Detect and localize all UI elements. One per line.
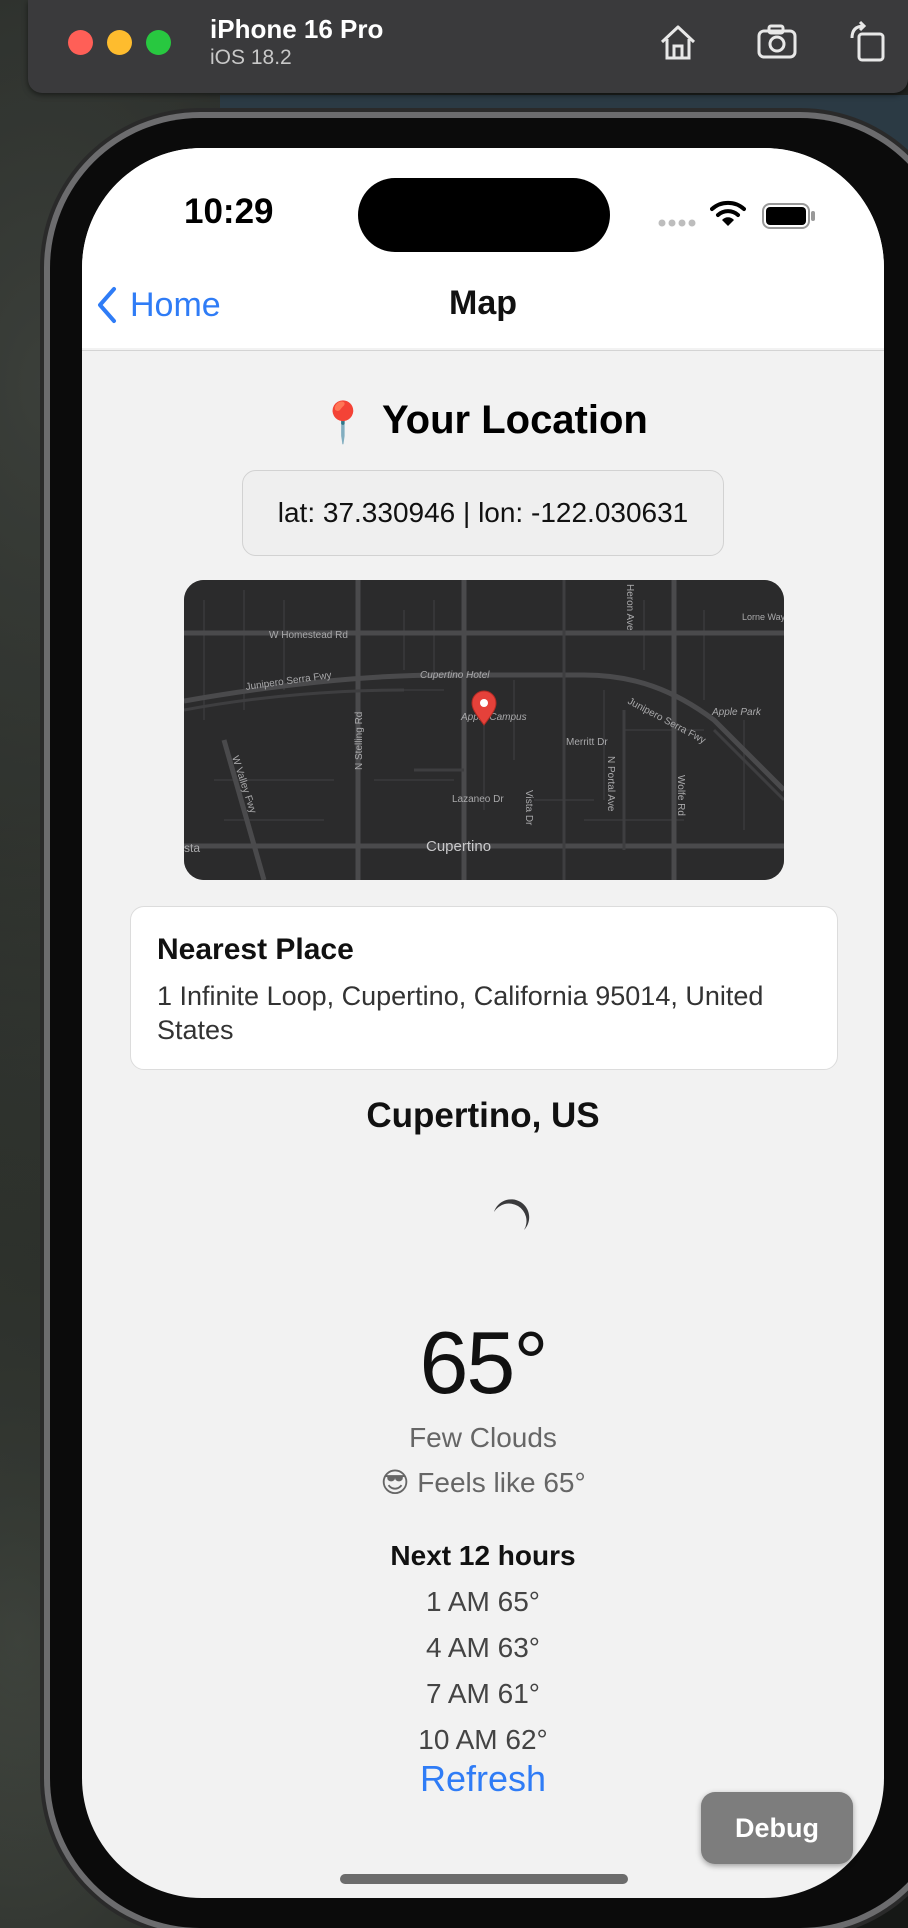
wifi-icon: [710, 200, 746, 226]
map-label-vista: Vista Dr: [523, 790, 534, 826]
screenshot-icon[interactable]: [755, 20, 799, 64]
phone-screen: 10:29 Home Map 📍 Your Location lat: 37.33…: [82, 148, 884, 1898]
zoom-window-button[interactable]: [146, 30, 171, 55]
location-title-text: Your Location: [381, 398, 648, 442]
debug-button[interactable]: Debug: [701, 1792, 853, 1864]
nearest-place-address: 1 Infinite Loop, Cupertino, California 9…: [157, 981, 764, 1045]
device-name: iPhone 16 Pro: [210, 14, 384, 44]
coordinates-box: lat: 37.330946 | lon: -122.030631: [242, 470, 724, 556]
signal-icon: [658, 219, 696, 227]
rotate-icon[interactable]: [846, 20, 890, 64]
device-os-version: iOS 18.2: [210, 46, 292, 69]
simulator-titlebar: iPhone 16 Pro iOS 18.2: [28, 0, 908, 93]
map-label-cupertino-hotel: Cupertino Hotel: [420, 670, 490, 681]
feels-like-text: Feels like 65°: [417, 1467, 586, 1498]
weather-condition: Few Clouds: [409, 1422, 557, 1453]
battery-icon: [762, 203, 815, 229]
status-time: 10:29: [184, 192, 274, 231]
close-window-button[interactable]: [68, 30, 93, 55]
weather-city: Cupertino, US: [366, 1096, 600, 1135]
map-label-heron: Heron Ave: [624, 584, 635, 631]
sunglasses-emoji-icon: 😎: [380, 1467, 410, 1498]
map-label-wolfe: Wolfe Rd: [675, 775, 686, 816]
forecast-row: 4 AM 63°: [426, 1632, 540, 1663]
dynamic-island: [358, 178, 610, 252]
map-view[interactable]: W Homestead Rd Junipero Serra Fwy Cupert…: [184, 580, 784, 880]
minimize-window-button[interactable]: [107, 30, 132, 55]
forecast-row: 7 AM 61°: [426, 1678, 540, 1709]
map-label-lazaneo: Lazaneo Dr: [452, 794, 504, 805]
map-label-lorne: Lorne Way: [742, 612, 784, 622]
home-icon[interactable]: [656, 20, 700, 64]
forecast-row: 10 AM 62°: [418, 1724, 548, 1755]
map-label-homestead: W Homestead Rd: [269, 630, 348, 641]
nearest-place-title: Nearest Place: [157, 933, 354, 966]
temperature: 65°: [419, 1313, 548, 1412]
nearest-place-card: Nearest Place 1 Infinite Loop, Cupertino…: [130, 906, 838, 1070]
pin-icon: 📍: [318, 400, 368, 445]
forecast-row: 1 AM 65°: [426, 1586, 540, 1617]
forecast-title: Next 12 hours: [390, 1540, 576, 1571]
map-label-stelling: N Stelling Rd: [354, 712, 365, 770]
home-indicator[interactable]: [340, 1874, 628, 1884]
few-clouds-night-icon: [485, 1199, 530, 1230]
map-label-cupertino: Cupertino: [426, 838, 491, 855]
map-label-merritt: Merritt Dr: [566, 737, 608, 748]
map-label-apple-park: Apple Park: [711, 707, 762, 718]
map-label-sta: sta: [184, 841, 200, 855]
feels-like: 😎 Feels like 65°: [82, 1466, 884, 1499]
map-label-portal: N Portal Ave: [605, 756, 616, 812]
nav-title: Map: [449, 284, 517, 322]
location-title: 📍 Your Location: [82, 398, 884, 446]
nav-divider: [82, 350, 884, 351]
map-label-apple-campus: Apple Campus: [460, 712, 527, 723]
map-canvas: W Homestead Rd Junipero Serra Fwy Cupert…: [184, 580, 784, 880]
